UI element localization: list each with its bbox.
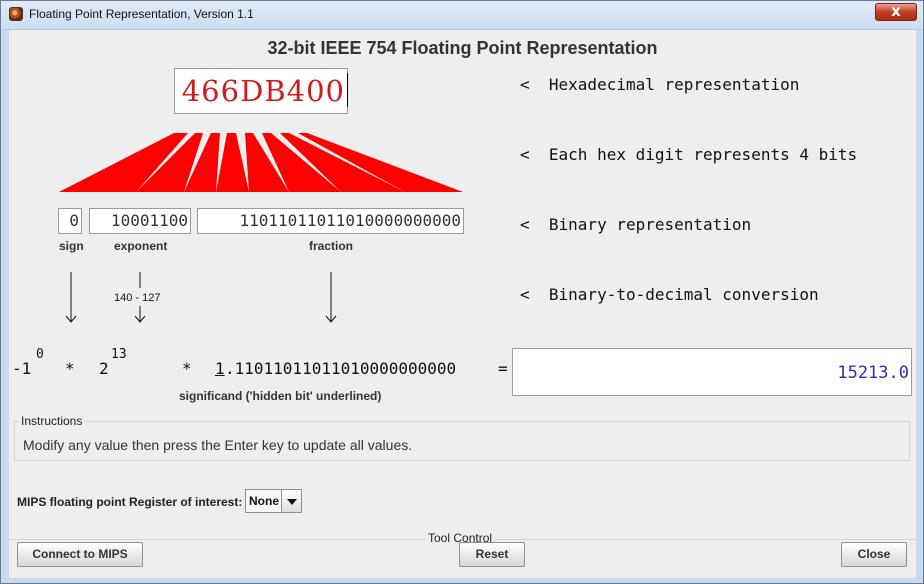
exponent-bits-input[interactable]: 10001100 — [89, 208, 191, 234]
text-caret — [347, 73, 348, 107]
sign-bit-input[interactable]: 0 — [58, 208, 82, 234]
instructions-title: Instructions — [18, 414, 86, 428]
instructions-text: Modify any value then press the Enter ke… — [23, 437, 413, 453]
hidden-bit: 1 — [215, 359, 225, 378]
instructions-panel: Instructions Modify any value then press… — [14, 414, 910, 461]
equals-symbol: = — [498, 359, 508, 378]
significand-fraction: .11011011011010000000000 — [225, 359, 457, 378]
register-of-interest-label: MIPS floating point Register of interest… — [17, 495, 243, 509]
register-dropdown[interactable]: None — [245, 489, 302, 513]
negative-one-text: -1 — [12, 359, 32, 378]
hex-digit-fan-graphic — [59, 133, 463, 192]
close-icon[interactable]: x — [876, 2, 916, 20]
main-content: 32-bit IEEE 754 Floating Point Represent… — [9, 30, 916, 578]
fraction-label: fraction — [309, 239, 354, 253]
window-close-button[interactable]: x — [875, 2, 917, 21]
page-title: 32-bit IEEE 754 Floating Point Represent… — [267, 38, 658, 58]
sign-power: 0 — [36, 347, 44, 362]
exponent-label: exponent — [114, 239, 168, 253]
second-multiply-symbol: * — [182, 359, 192, 378]
fraction-arrow-head — [325, 315, 337, 323]
decimal-value-input[interactable]: 15213.0 — [512, 348, 912, 396]
register-dropdown-button[interactable] — [281, 490, 301, 512]
significand-label: significand ('hidden bit' underlined) — [179, 389, 382, 403]
first-multiply-symbol: * — [65, 359, 75, 378]
conversion-description: < Binary-to-decimal conversion — [520, 285, 819, 304]
exponent-arrow-head — [134, 315, 146, 323]
close-button[interactable]: Close — [841, 542, 907, 567]
register-selected-value[interactable]: None — [249, 494, 279, 508]
hex-digit-wedge-4 — [216, 133, 249, 192]
exponent-power: 13 — [111, 347, 127, 362]
connect-to-mips-button[interactable]: Connect to MIPS — [17, 542, 143, 567]
sign-label: sign — [59, 239, 84, 253]
hexadecimal-description: < Hexadecimal representation — [520, 75, 800, 94]
binary-description: < Binary representation — [520, 215, 752, 234]
title-bar: Floating Point Representation, Version 1… — [1, 1, 923, 30]
sign-arrow-head — [65, 315, 77, 323]
fraction-bits-input[interactable]: 11011011011010000000000 — [197, 208, 464, 234]
hexadecimal-input[interactable]: 466DB400 — [174, 68, 348, 114]
exponent-bias-calculation: 140 - 127 — [114, 292, 161, 304]
reset-button[interactable]: Reset — [459, 542, 525, 567]
chevron-down-icon[interactable] — [287, 499, 297, 505]
window-title: Floating Point Representation, Version 1… — [29, 7, 254, 21]
base-two-text: 2 — [99, 359, 109, 378]
hex-digit-description: < Each hex digit represents 4 bits — [520, 145, 858, 164]
floating-point-window: Floating Point Representation, Version 1… — [0, 0, 924, 584]
java-app-icon — [9, 7, 23, 21]
